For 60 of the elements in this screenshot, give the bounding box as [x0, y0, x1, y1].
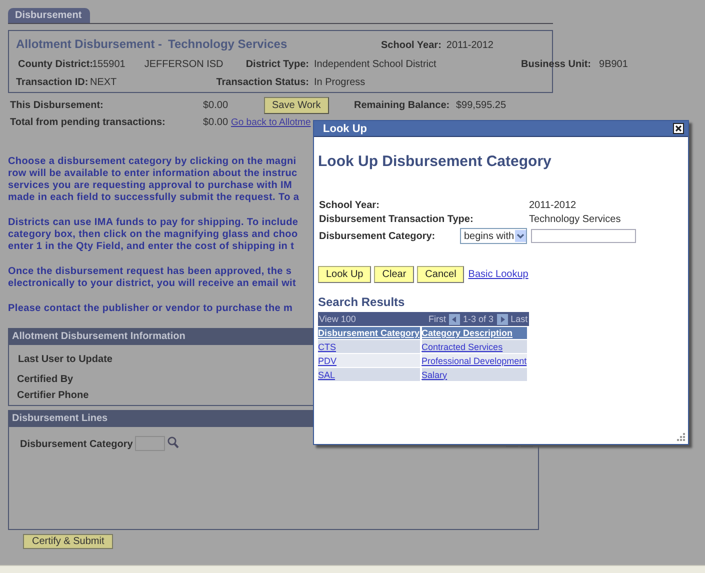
- field-value: Independent School District: [314, 59, 436, 70]
- page-title: Allotment Disbursement -: [16, 37, 162, 51]
- view-all-link[interactable]: View 100: [319, 314, 356, 324]
- field-label: Last User to Update: [17, 354, 112, 365]
- field-value: 2011-2012: [529, 200, 576, 211]
- instruction-paragraph: Please contact the publisher or vendor to purchase the m: [8, 303, 293, 315]
- close-icon[interactable]: [673, 123, 684, 134]
- search-value-field[interactable]: [531, 229, 636, 243]
- results-heading: Search Results: [318, 295, 406, 309]
- result-link[interactable]: SAL: [318, 370, 336, 380]
- field-value: 155901: [92, 59, 126, 70]
- field-label: School Year:: [319, 200, 380, 211]
- field-value: 2011-2012: [446, 40, 494, 51]
- field-label: Disbursement Category:: [319, 230, 436, 242]
- field-value: 9B901: [599, 59, 628, 70]
- field-label: This Disbursement:: [10, 100, 104, 111]
- certify-submit-button[interactable]: Certify & Submit: [23, 534, 114, 549]
- search-icon[interactable]: [166, 436, 179, 449]
- page-range: 1-3 of 3: [463, 314, 494, 324]
- result-link[interactable]: Professional Development: [422, 356, 527, 366]
- category-field[interactable]: [134, 436, 165, 451]
- basic-lookup-link[interactable]: Basic Lookup: [468, 269, 528, 280]
- field-value: $0.00: [203, 117, 228, 128]
- result-link[interactable]: PDV: [318, 356, 337, 366]
- dialog-heading: Look Up Disbursement Category: [318, 153, 552, 170]
- field-value: $99,595.25: [456, 100, 506, 111]
- lookup-button[interactable]: Look Up: [318, 266, 372, 283]
- instruction-paragraph: Once the disbursement request has been approved, the s electronically to your district, you will receive an email wit: [8, 266, 296, 290]
- caret-icon[interactable]: [515, 230, 526, 242]
- field-label: Transaction ID:: [16, 77, 88, 88]
- back-link[interactable]: Go back to Allotme: [231, 117, 311, 128]
- field-value: Technology Services: [529, 214, 621, 225]
- field-label: Disbursement Transaction Type:: [319, 214, 474, 225]
- field-label: Remaining Balance:: [354, 100, 450, 111]
- result-link[interactable]: Salary: [422, 370, 448, 380]
- previous-icon[interactable]: [449, 314, 460, 324]
- field-label: District Type:: [246, 59, 309, 70]
- instruction-paragraph: Districts can use IMA funds to pay for shipping. To include category box, then click on the magnifying glass and choo enter 1 in the Qty Field, and enter the cost of shipping in t: [8, 217, 298, 253]
- column-header[interactable]: Disbursement Category: [318, 328, 420, 338]
- field-label: Certifier Phone: [17, 390, 89, 401]
- field-label: Total from pending transactions:: [10, 117, 166, 128]
- next-icon[interactable]: [496, 314, 508, 324]
- field-label: Certified By: [17, 374, 74, 385]
- page-subtitle: Technology Services: [168, 37, 288, 51]
- lookup-button[interactable]: Clear: [374, 266, 414, 283]
- instruction-paragraph: Choose a disbursement category by clicking on the magni row will be available to enter information about the instruc services you are requesting approval to purchase with IM made in each field to successfully submit the request. To a: [8, 156, 300, 204]
- field-label: Transaction Status:: [216, 77, 309, 88]
- tab[interactable]: Disbursement: [8, 8, 90, 23]
- save-work-button[interactable]: Save Work: [264, 97, 329, 114]
- field-value: In Progress: [314, 77, 366, 88]
- resize-grip-icon[interactable]: [677, 433, 685, 441]
- field-label: School Year:: [381, 40, 442, 51]
- field-value: $0.00: [203, 100, 228, 111]
- field-value: NEXT: [90, 77, 117, 88]
- field-value: JEFFERSON ISD: [144, 59, 224, 70]
- field-label: County District:: [18, 59, 93, 70]
- operator-dropdown[interactable]: begins with: [460, 228, 527, 244]
- dialog-title: Look Up: [323, 122, 367, 134]
- lookup-button[interactable]: Cancel: [417, 266, 464, 283]
- field-label: Disbursement Category: [20, 439, 133, 450]
